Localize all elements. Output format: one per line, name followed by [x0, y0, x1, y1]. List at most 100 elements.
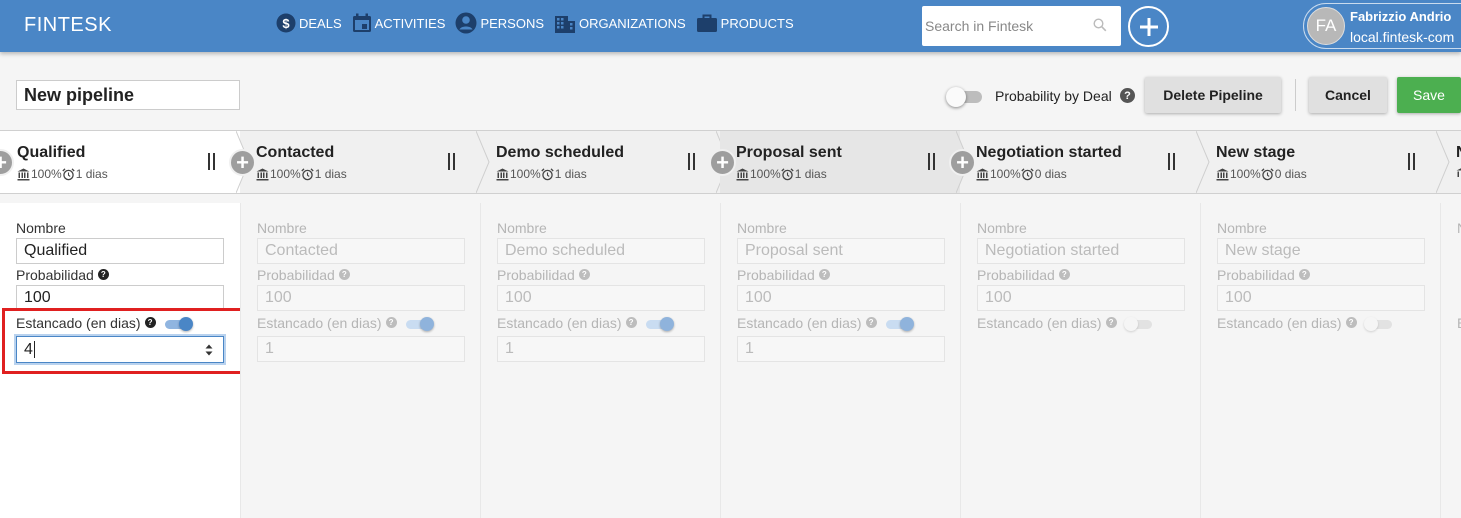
alarm-icon	[1261, 167, 1274, 180]
stagnant-label: Estancado (en dias)?	[257, 315, 397, 331]
probability-input[interactable]: 100	[257, 285, 465, 311]
stagnant-label: Estancado (en dias)?	[977, 315, 1117, 331]
drag-handle-icon[interactable]	[448, 153, 456, 171]
probability-input[interactable]: 100	[1217, 285, 1425, 311]
alarm-icon	[301, 167, 314, 180]
help-icon[interactable]: ?	[1345, 317, 1357, 328]
stagnant-days-input[interactable]: 1	[737, 336, 945, 362]
drag-handle-icon[interactable]	[1408, 153, 1416, 171]
stage-header-proposal-sent[interactable]: + Proposal sent 100% 1 dias	[709, 131, 960, 193]
user-domain: local.fintesk-com	[1350, 29, 1455, 45]
calendar-icon	[352, 13, 371, 32]
stage-meta: 100% 0 dias	[1216, 167, 1307, 181]
help-icon[interactable]: ?	[1120, 88, 1135, 103]
stagnant-toggle[interactable]	[404, 317, 434, 331]
stage-editor-partial: N E	[1440, 203, 1461, 518]
add-stage-icon[interactable]: +	[229, 149, 256, 176]
stage-header-demo-scheduled[interactable]: Demo scheduled 100% 1 dias	[480, 131, 720, 193]
alarm-icon	[1021, 167, 1034, 180]
stage-header-qualified[interactable]: Qualified 100% 1 dias +	[0, 131, 240, 193]
stage-header-contacted[interactable]: + Contacted 100% 1 dias	[229, 131, 480, 193]
probability-input[interactable]: 100	[497, 285, 705, 311]
quick-add-button[interactable]	[1128, 6, 1169, 47]
help-icon[interactable]: ?	[385, 317, 397, 328]
bank-icon	[17, 168, 30, 180]
name-label: Nombre	[977, 220, 1027, 236]
stagnant-days-input[interactable]: 1	[497, 336, 705, 362]
avatar: FA	[1307, 7, 1345, 45]
nav-products[interactable]: PRODUCTS	[696, 12, 794, 34]
user-menu[interactable]: FA Fabrizzio Andrio local.fintesk-com	[1303, 3, 1461, 49]
drag-handle-icon[interactable]	[1168, 153, 1176, 171]
bank-icon	[1456, 168, 1461, 177]
nav-deals[interactable]: $ DEALS	[276, 13, 342, 33]
bank-icon	[1216, 168, 1229, 180]
nav-organizations[interactable]: ORGANIZATIONS	[554, 12, 686, 34]
nav-products-label: PRODUCTS	[720, 15, 794, 31]
help-icon[interactable]: ?	[578, 269, 590, 280]
help-icon[interactable]: ?	[625, 317, 637, 328]
save-button[interactable]: Save	[1397, 77, 1461, 113]
probability-label-text: Probabilidad	[1217, 267, 1295, 283]
stage-name-input[interactable]: New stage	[1217, 238, 1425, 264]
search-icon[interactable]	[1093, 18, 1107, 32]
stage-name-input[interactable]: Negotiation started	[977, 238, 1185, 264]
bank-icon	[976, 168, 989, 180]
stage-title: N	[1456, 144, 1461, 162]
search-box	[922, 6, 1121, 46]
stagnant-days-input[interactable]: 1	[257, 336, 465, 362]
nav-activities[interactable]: ACTIVITIES	[352, 13, 445, 33]
stage-name-input[interactable]: Proposal sent	[737, 238, 945, 264]
stage-name-input[interactable]: Contacted	[257, 238, 465, 264]
help-icon[interactable]: ?	[1298, 269, 1310, 280]
stage-meta: 100% 1 dias	[17, 167, 108, 181]
toggle-knob	[946, 87, 966, 107]
search-input[interactable]	[922, 18, 1092, 34]
stage-rotting: 1 dias	[794, 167, 827, 181]
cancel-button[interactable]: Cancel	[1309, 77, 1387, 113]
add-stage-icon[interactable]: +	[949, 149, 976, 176]
stage-header-new-stage[interactable]: New stage 100% 0 dias	[1200, 131, 1440, 193]
stagnant-label-text: Estancado (en dias)	[977, 315, 1102, 331]
stage-rotting: 0 dias	[1274, 167, 1307, 181]
add-stage-icon[interactable]: +	[709, 149, 736, 176]
probability-input[interactable]: 100	[977, 285, 1185, 311]
stage-name-input[interactable]: Qualified	[16, 238, 224, 264]
briefcase-icon	[696, 14, 717, 32]
building-icon	[555, 16, 576, 33]
nav-persons[interactable]: PERSONS	[455, 12, 544, 34]
stage-meta: 100% 1 dias	[736, 167, 827, 181]
probability-input[interactable]: 100	[737, 285, 945, 311]
drag-handle-icon[interactable]	[928, 153, 936, 171]
stage-header-negotiation-started[interactable]: + Negotiation started 100% 0 dias	[949, 131, 1200, 193]
stage-rotting: 1 dias	[75, 167, 108, 181]
help-icon[interactable]: ?	[97, 269, 109, 280]
probability-label: Probabilidad?	[16, 267, 109, 283]
stagnant-toggle[interactable]	[1364, 317, 1394, 331]
stage-header-strip: Qualified 100% 1 dias + + Contacted 100%…	[0, 130, 1461, 194]
add-stage-icon[interactable]: +	[0, 149, 14, 176]
stage-header-partial[interactable]: N	[1440, 131, 1461, 193]
stage-editor-new-stage: Nombre New stage Probabilidad? 100 Estan…	[1200, 203, 1440, 518]
pipeline-name-input[interactable]	[16, 80, 240, 110]
probability-label-text: Probabilidad	[737, 267, 815, 283]
stagnant-toggle[interactable]	[644, 317, 674, 331]
bank-icon	[736, 168, 749, 180]
drag-handle-icon[interactable]	[208, 153, 216, 171]
help-icon[interactable]: ?	[865, 317, 877, 328]
probability-by-deal-toggle[interactable]	[946, 87, 984, 107]
delete-pipeline-button[interactable]: Delete Pipeline	[1145, 77, 1281, 113]
stage-name-input[interactable]: Demo scheduled	[497, 238, 705, 264]
drag-handle-icon[interactable]	[688, 153, 696, 171]
help-icon[interactable]: ?	[338, 269, 350, 280]
name-label: Nombre	[737, 220, 787, 236]
help-icon[interactable]: ?	[818, 269, 830, 280]
brand-logo[interactable]: FINTESK	[24, 14, 112, 37]
stage-title: Contacted	[256, 144, 335, 161]
stagnant-toggle[interactable]	[1124, 317, 1154, 331]
help-icon[interactable]: ?	[1058, 269, 1070, 280]
stagnant-toggle[interactable]	[884, 317, 914, 331]
help-icon[interactable]: ?	[1105, 317, 1117, 328]
nav-organizations-label: ORGANIZATIONS	[579, 15, 686, 31]
bank-icon	[256, 168, 269, 180]
